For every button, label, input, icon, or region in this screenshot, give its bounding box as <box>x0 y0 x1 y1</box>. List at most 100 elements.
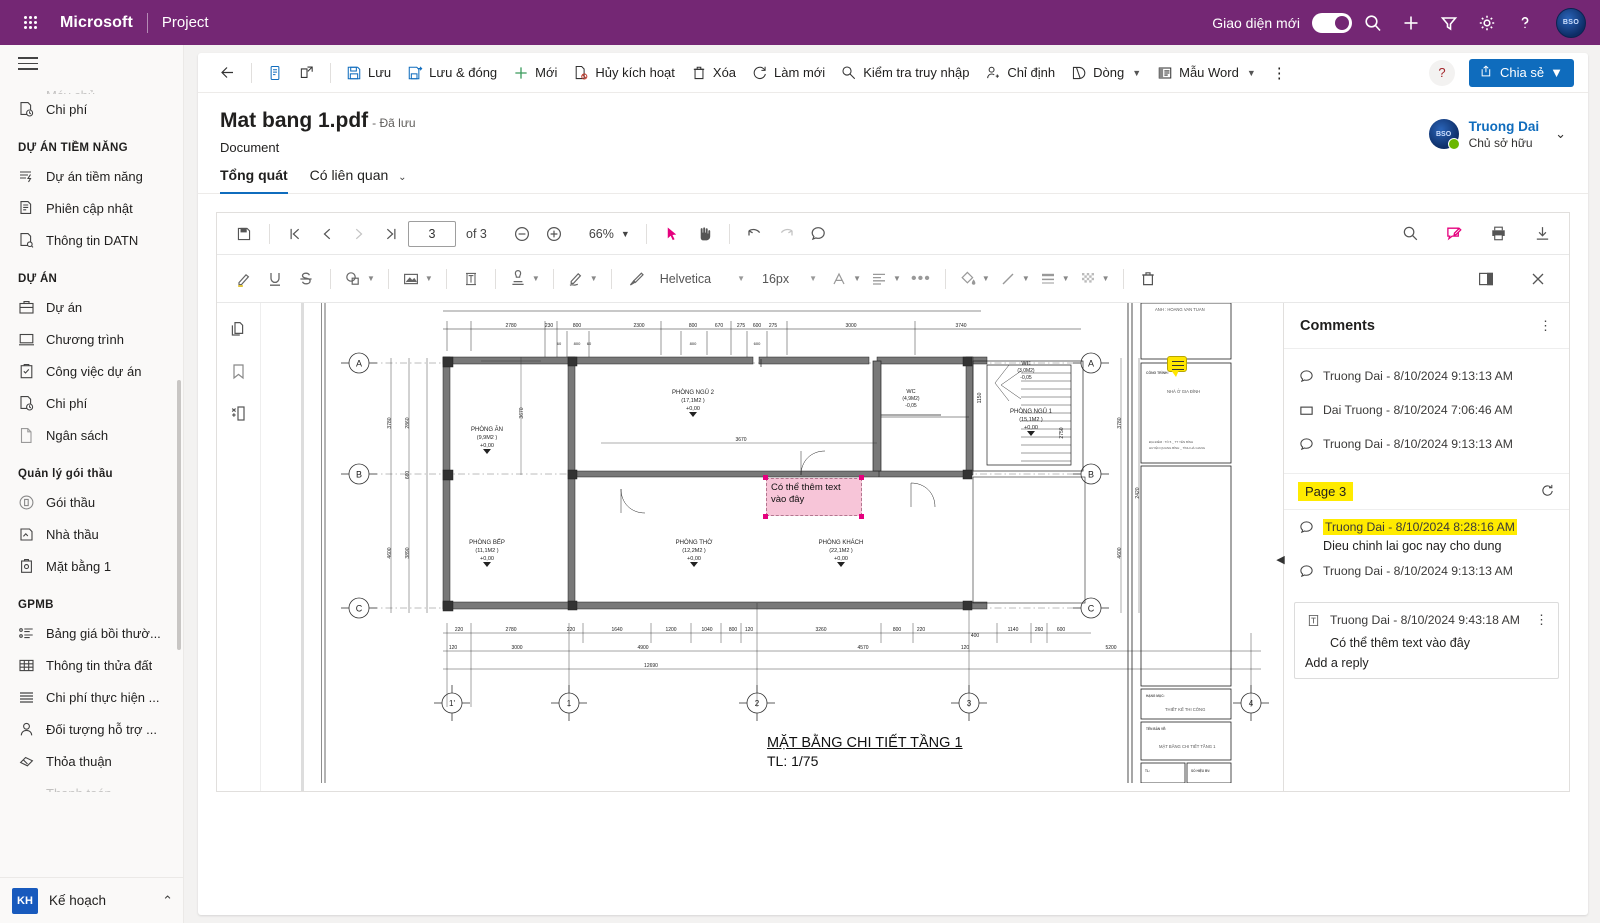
add-reply-input[interactable]: Add a reply <box>1305 656 1548 670</box>
highlight-pen-icon[interactable] <box>229 264 259 294</box>
sidebar-item-thong-tin-datn[interactable]: Thông tin DATN <box>0 225 183 257</box>
sidebar-item-chi-phi-thuc-hien[interactable]: Chi phí thực hiện ... <box>0 682 183 714</box>
assign-button[interactable]: Chỉ định <box>978 58 1062 88</box>
annotation-handle-tl[interactable] <box>763 475 768 480</box>
search-icon[interactable] <box>1356 6 1390 40</box>
comment-card-kebab[interactable]: ⋮ <box>1535 612 1548 628</box>
chevron-down-icon[interactable]: ▼ <box>982 274 990 283</box>
bookmark-icon[interactable] <box>227 359 251 383</box>
annotation-handle-tr[interactable] <box>859 475 864 480</box>
save-button[interactable]: Lưu <box>339 58 398 88</box>
sidebar-item-thoa-thuan[interactable]: Thỏa thuận <box>0 746 183 778</box>
app-launcher-waffle-icon[interactable] <box>14 7 46 39</box>
share-button[interactable]: Chia sẻ ▼ <box>1469 58 1574 87</box>
shape-icon[interactable]: ▼ <box>340 264 379 294</box>
word-template-button[interactable]: Mẫu Word ▼ <box>1150 58 1263 88</box>
annotation-handle-br[interactable] <box>859 514 864 519</box>
help-icon[interactable] <box>1508 6 1542 40</box>
image-icon[interactable]: ▼ <box>398 264 437 294</box>
sidebar-item-cong-viec-du-an[interactable]: Công việc dự án <box>0 356 183 388</box>
sidebar-item-ngan-sach[interactable]: Ngân sách <box>0 420 183 452</box>
text-annotation[interactable]: Có thể thêm text vào đây <box>766 478 862 516</box>
font-family-dropdown[interactable]: Helvetica ▼ <box>652 272 753 286</box>
close-icon[interactable] <box>1523 264 1553 294</box>
stamp-icon[interactable]: ▼ <box>505 264 544 294</box>
back-button[interactable] <box>212 58 243 88</box>
sidebar-item-chi-phi-0[interactable]: Chi phí <box>0 94 183 126</box>
chevron-down-icon[interactable]: ▼ <box>367 274 375 283</box>
font-size-dropdown[interactable]: 16px ▼ <box>754 272 825 286</box>
sidebar-toggle-icon[interactable] <box>0 45 183 80</box>
refresh-button[interactable]: Làm mới <box>745 58 832 88</box>
undo-icon[interactable] <box>740 219 770 249</box>
pdf-search-icon[interactable] <box>1395 219 1425 249</box>
chevron-down-icon[interactable]: ▼ <box>893 274 901 283</box>
sidebar-item-chuong-trinh[interactable]: Chương trình <box>0 324 183 356</box>
more-options-icon[interactable]: ••• <box>906 264 936 294</box>
strikethrough-icon[interactable] <box>291 264 321 294</box>
comment-card-selected[interactable]: Truong Dai - 8/10/2024 9:43:18 AM ⋮ Có t… <box>1294 602 1559 679</box>
last-page-icon[interactable] <box>376 219 406 249</box>
zoom-in-icon[interactable] <box>539 219 569 249</box>
tab-co-lien-quan[interactable]: Có liên quan ⌄ <box>310 167 407 193</box>
comment-pin-marker[interactable] <box>1167 356 1187 377</box>
sidebar-scrollbar[interactable] <box>177 379 181 650</box>
new-ui-toggle[interactable] <box>1312 12 1352 33</box>
sidebar-item-du-an[interactable]: Dự án <box>0 292 183 324</box>
zoom-level-dropdown[interactable]: 66% ▼ <box>589 227 630 241</box>
pdf-page-canvas[interactable]: 2780 230 800 2300 800 670 275 600 275 3000 37… <box>261 303 1283 791</box>
sidebar-item-thong-tin-thua-dat[interactable]: Thông tin thửa đất <box>0 650 183 682</box>
save-and-close-button[interactable]: Lưu & đóng <box>400 58 504 88</box>
next-page-icon[interactable] <box>344 219 374 249</box>
align-icon[interactable]: ▼ <box>866 264 905 294</box>
chevron-down-icon[interactable]: ▼ <box>1022 274 1030 283</box>
chevron-updown-icon[interactable]: ⌃v <box>162 893 173 909</box>
comments-page-group-header[interactable]: Page 3 <box>1284 473 1569 510</box>
chevron-down-icon[interactable]: ▼ <box>1062 274 1070 283</box>
sidebar-item-doi-tuong-ho-tro[interactable]: Đối tượng hỗ trợ ... <box>0 714 183 746</box>
sidebar-scroll-area[interactable]: Máy chủ Chi phí DỰ ÁN TIỀM NĂNG Dự án ti… <box>0 80 183 870</box>
comment-item[interactable]: Truong Dai - 8/10/2024 9:13:13 AM <box>1284 359 1569 393</box>
comment-item[interactable]: Truong Dai - 8/10/2024 9:13:13 AM <box>1284 559 1569 588</box>
owner-name[interactable]: Truong Dai <box>1469 119 1540 134</box>
comment-item[interactable]: Truong Dai - 8/10/2024 9:13:13 AM <box>1284 427 1569 461</box>
sidebar-item-mat-bang-1[interactable]: Mặt bằng 1 <box>0 551 183 583</box>
download-icon[interactable] <box>1527 219 1557 249</box>
sidebar-item-nha-thau[interactable]: Nhà thầu <box>0 519 183 551</box>
sidebar-item-bang-gia-boi-thuong[interactable]: Bảng giá bồi thườ... <box>0 618 183 650</box>
panel-toggle-icon[interactable] <box>1471 264 1501 294</box>
signature-icon[interactable]: ▼ <box>563 264 602 294</box>
redo-icon[interactable] <box>772 219 802 249</box>
brush-icon[interactable] <box>621 264 651 294</box>
sidebar-item-phien-cap-nhat[interactable]: Phiên cập nhật <box>0 193 183 225</box>
layers-icon[interactable] <box>227 401 251 425</box>
area-switcher[interactable]: KH Kế hoạch ⌃v <box>0 877 183 923</box>
sidebar-item-goi-thau[interactable]: Gói thầu <box>0 487 183 519</box>
underline-icon[interactable] <box>260 264 290 294</box>
chevron-down-icon[interactable]: ▼ <box>1102 274 1110 283</box>
tab-tong-quat[interactable]: Tổng quát <box>220 167 288 194</box>
check-access-button[interactable]: Kiểm tra truy nhập <box>834 58 976 88</box>
textbox-icon[interactable] <box>456 264 486 294</box>
deactivate-button[interactable]: Hủy kích hoạt <box>566 58 682 88</box>
chevron-down-icon[interactable]: ▼ <box>1132 68 1141 78</box>
zoom-out-icon[interactable] <box>507 219 537 249</box>
form-button[interactable] <box>260 58 290 88</box>
popout-button[interactable] <box>292 58 322 88</box>
overflow-menu-button[interactable]: ⋮ <box>1265 58 1295 88</box>
pdf-save-icon[interactable] <box>229 219 259 249</box>
owner-block[interactable]: BSO Truong Dai Chủ sở hữu ⌄ <box>1428 109 1566 155</box>
comments-kebab-menu[interactable]: ⋮ <box>1539 318 1553 334</box>
font-color-icon[interactable]: ▼ <box>826 264 865 294</box>
print-icon[interactable] <box>1483 219 1513 249</box>
new-button[interactable]: Mới <box>506 58 564 88</box>
sidebar-item-chi-phi[interactable]: Chi phí <box>0 388 183 420</box>
sidebar-item-du-an-tiem-nang[interactable]: Dự án tiềm năng <box>0 161 183 193</box>
chevron-down-icon[interactable]: ⌄ <box>1555 126 1566 142</box>
page-number-input[interactable]: 3 <box>408 220 456 247</box>
fill-color-icon[interactable]: ▼ <box>955 264 994 294</box>
comment-item[interactable]: Dai Truong - 8/10/2024 7:06:46 AM <box>1284 393 1569 427</box>
select-tool-icon[interactable] <box>657 219 687 249</box>
delete-annotation-icon[interactable] <box>1133 264 1163 294</box>
delete-button[interactable]: Xóa <box>684 58 743 88</box>
